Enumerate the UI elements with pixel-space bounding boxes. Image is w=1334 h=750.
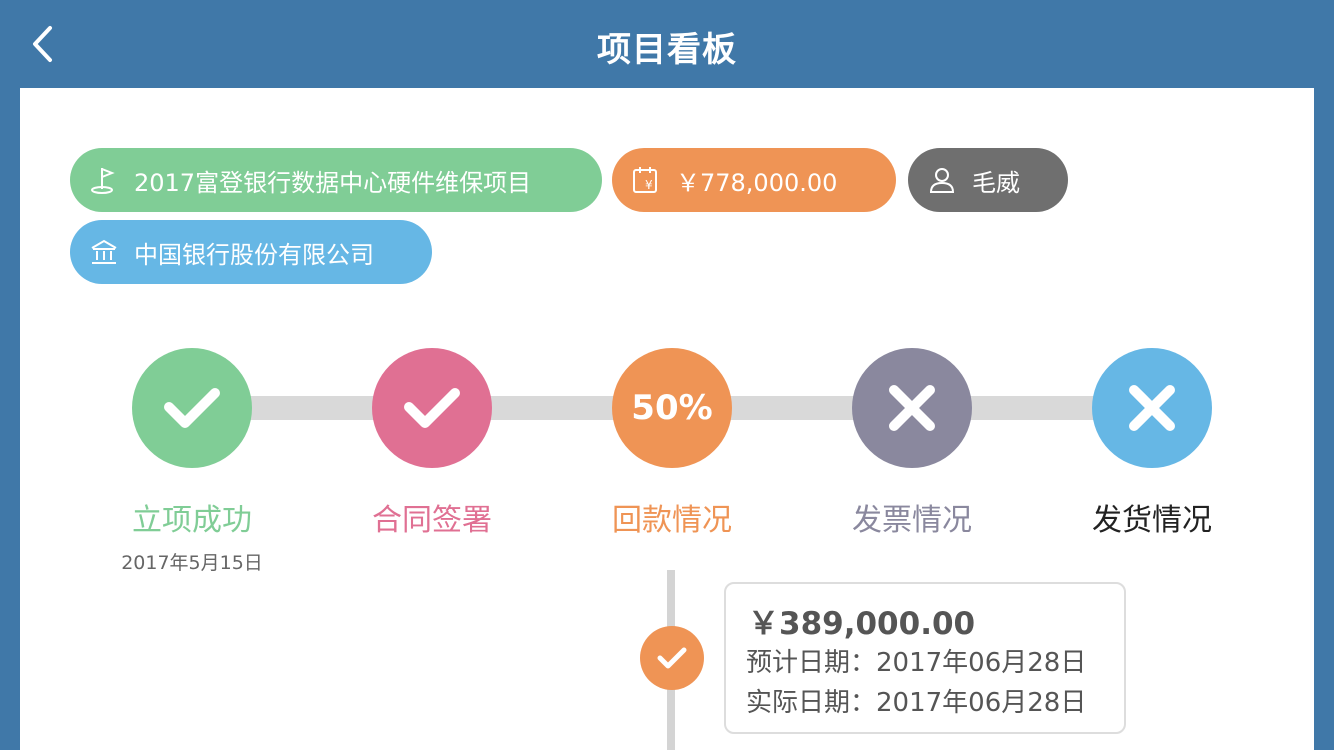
payment-planned-date: 预计日期：2017年06月28日 xyxy=(746,648,1087,678)
close-icon xyxy=(889,385,935,431)
step-payment-label: 回款情况 xyxy=(612,503,732,538)
step-contract-label: 合同签署 xyxy=(372,503,492,538)
check-icon xyxy=(657,647,687,669)
step-invoice-label: 发票情况 xyxy=(852,503,972,538)
svg-text:¥: ¥ xyxy=(645,178,653,192)
step-delivery-label: 发货情况 xyxy=(1092,503,1212,538)
step-approval-date: 2017年5月15日 xyxy=(121,552,263,574)
contract-amount-tag[interactable]: ¥ ￥778,000.00 xyxy=(612,148,896,212)
check-icon xyxy=(164,388,220,428)
step-payment-progress: 50% xyxy=(631,388,713,428)
step-contract-status[interactable] xyxy=(372,348,492,468)
client-bank-label: 中国银行股份有限公司 xyxy=(134,240,374,269)
content-panel: 2017富登银行数据中心硬件维保项目 ¥ ￥778,000.00 毛威 中国银行… xyxy=(20,88,1314,750)
flag-icon xyxy=(86,162,122,198)
owner-tag[interactable]: 毛威 xyxy=(908,148,1068,212)
contract-amount-label: ￥778,000.00 xyxy=(676,168,838,197)
payment-actual-date: 实际日期：2017年06月28日 xyxy=(746,688,1087,718)
step-delivery-status[interactable] xyxy=(1092,348,1212,468)
project-name-label: 2017富登银行数据中心硬件维保项目 xyxy=(134,168,532,197)
client-bank-tag[interactable]: 中国银行股份有限公司 xyxy=(70,220,432,284)
user-icon xyxy=(924,162,960,198)
step-invoice-status[interactable] xyxy=(852,348,972,468)
step-approval-label: 立项成功 xyxy=(132,503,252,538)
owner-label: 毛威 xyxy=(972,168,1020,197)
payment-amount: ￥389,000.00 xyxy=(748,606,976,642)
check-icon xyxy=(404,388,460,428)
project-name-tag[interactable]: 2017富登银行数据中心硬件维保项目 xyxy=(70,148,602,212)
bank-icon xyxy=(86,234,122,270)
calendar-yen-icon: ¥ xyxy=(628,162,664,198)
close-icon xyxy=(1129,385,1175,431)
page-title: 项目看板 xyxy=(597,30,737,70)
payment-card[interactable]: ￥389,000.00 预计日期：2017年06月28日 实际日期：2017年0… xyxy=(724,582,1126,734)
top-bar: 项目看板 xyxy=(0,0,1334,88)
payment-status-dot xyxy=(640,626,704,690)
step-approval-status[interactable] xyxy=(132,348,252,468)
step-payment-status[interactable]: 50% xyxy=(612,348,732,468)
